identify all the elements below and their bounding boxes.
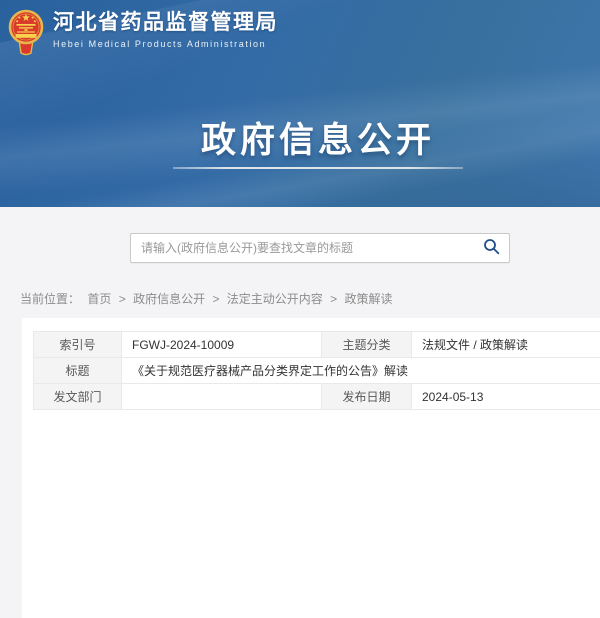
index-number-value: FGWJ-2024-10009 xyxy=(122,332,322,358)
search-button[interactable] xyxy=(473,234,509,262)
issuing-department-value xyxy=(122,384,322,410)
search-icon xyxy=(483,238,500,258)
issuing-department-label: 发文部门 xyxy=(34,384,122,410)
national-emblem-icon xyxy=(8,8,44,61)
search-input[interactable] xyxy=(131,234,473,262)
breadcrumb-item-statutory-disclosure[interactable]: 法定主动公开内容 xyxy=(227,292,323,306)
breadcrumb-separator: > xyxy=(119,292,126,306)
table-row: 标题 《关于规范医疗器械产品分类界定工作的公告》解读 xyxy=(34,358,600,384)
breadcrumb-item-home[interactable]: 首页 xyxy=(87,292,111,306)
table-row: 索引号 FGWJ-2024-10009 主题分类 法规文件 / 政策解读 xyxy=(34,332,600,358)
index-number-label: 索引号 xyxy=(34,332,122,358)
site-brand[interactable]: 河北省药品监督管理局 Hebei Medical Products Admini… xyxy=(8,8,278,61)
title-label: 标题 xyxy=(34,358,122,384)
breadcrumb-item-policy-interpretation: 政策解读 xyxy=(345,292,393,306)
search-bar xyxy=(130,233,510,263)
document-panel: 索引号 FGWJ-2024-10009 主题分类 法规文件 / 政策解读 标题 … xyxy=(22,318,600,618)
breadcrumb-separator: > xyxy=(212,292,219,306)
document-meta-table: 索引号 FGWJ-2024-10009 主题分类 法规文件 / 政策解读 标题 … xyxy=(33,331,600,410)
publish-date-label: 发布日期 xyxy=(322,384,412,410)
page: { "header": { "org_name": "河北省药品监督管理局", … xyxy=(0,0,600,400)
hero-banner: 河北省药品监督管理局 Hebei Medical Products Admini… xyxy=(0,0,600,207)
table-row: 发文部门 发布日期 2024-05-13 xyxy=(34,384,600,410)
breadcrumb-item-gov-info[interactable]: 政府信息公开 xyxy=(133,292,205,306)
publish-date-value: 2024-05-13 xyxy=(412,384,600,410)
title-value: 《关于规范医疗器械产品分类界定工作的公告》解读 xyxy=(122,358,600,384)
content-area: 当前位置： 首页 > 政府信息公开 > 法定主动公开内容 > 政策解读 索引号 … xyxy=(0,207,600,400)
breadcrumb-label: 当前位置： xyxy=(20,292,80,306)
topic-category-value: 法规文件 / 政策解读 xyxy=(412,332,600,358)
brand-text: 河北省药品监督管理局 Hebei Medical Products Admini… xyxy=(53,8,278,49)
topic-category-label: 主题分类 xyxy=(322,332,412,358)
org-name: 河北省药品监督管理局 xyxy=(53,11,278,35)
breadcrumb: 当前位置： 首页 > 政府信息公开 > 法定主动公开内容 > 政策解读 xyxy=(20,290,397,307)
org-name-english: Hebei Medical Products Administration xyxy=(53,39,278,49)
breadcrumb-separator: > xyxy=(330,292,337,306)
title-underline xyxy=(173,167,463,169)
page-title: 政府信息公开 xyxy=(201,112,435,163)
